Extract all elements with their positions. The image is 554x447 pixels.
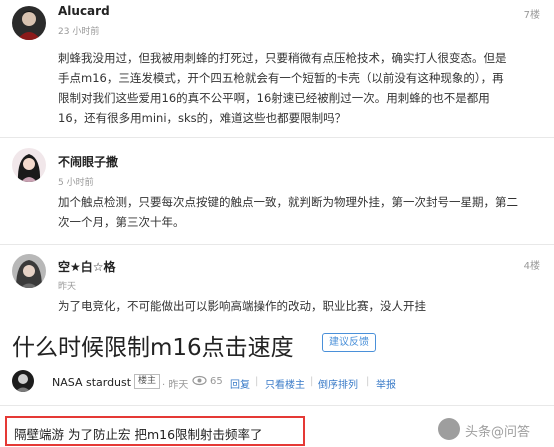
avatar-kongbaige[interactable] xyxy=(12,254,46,288)
comment-body: 为了电竞化，不可能做出可以影响高端操作的改动，职业比赛，没人开挂 xyxy=(58,296,548,316)
comment-line: 刺蜂我没用过，但我被用刺蜂的打死过，只要稍微有点压枪技术，确实打人很变态。但是 xyxy=(58,51,507,65)
report-link[interactable]: 举报 xyxy=(376,376,396,391)
reverse-order-link[interactable]: 倒序排列 xyxy=(318,376,358,391)
floor-number: 4楼 xyxy=(523,261,540,272)
answer-meta-row: NASA stardust 楼主 · 昨天 65 回复 | 只看楼主 | 倒序排… xyxy=(0,367,554,397)
avatar-alucard[interactable] xyxy=(12,6,46,40)
avatar-image xyxy=(12,370,34,392)
avatar-buna[interactable] xyxy=(12,148,46,182)
comment-body: 刺蜂我没用过，但我被用刺蜂的打死过，只要稍微有点压枪技术，确实打人很变态。但是 … xyxy=(58,48,548,128)
comment-line: 限制对我们这些爱用16的真不公平啊，16射速已经被削过一次。用刺蜂的也不是都用 xyxy=(58,91,490,105)
comment-body: 加个触点检测，只要每次点按键的触点一致，就判断为物理外挂，第一次封号一星期，第二… xyxy=(58,192,548,232)
separator: | xyxy=(255,376,259,387)
reply-link[interactable]: 回复 xyxy=(230,376,250,391)
comment-line: 次一个月，第三次十年。 xyxy=(58,215,185,229)
comment-author[interactable]: 不闹眼子撒 xyxy=(58,153,118,170)
separator: | xyxy=(310,376,314,387)
comment-time: 23 小时前 xyxy=(58,27,100,37)
toutiao-logo-icon xyxy=(438,418,460,440)
comment-line: 加个触点检测，只要每次点按键的触点一致，就判断为物理外挂，第一次封号一星期，第二 xyxy=(58,195,518,209)
comment-line: 手点m16，三连发模式，开个四五枪就会有一个短暂的卡壳（以前没有这种现象的），再 xyxy=(58,71,504,85)
answer-text: 隔壁端游 为了防止宏 把m16限制射击频率了 xyxy=(14,427,263,442)
avatar-image xyxy=(12,6,46,40)
comment-time: 5 小时前 xyxy=(58,178,94,188)
comment-line: 为了电竞化，不可能做出可以影响高端操作的改动，职业比赛，没人开挂 xyxy=(58,299,426,313)
floor-number: 7楼 xyxy=(523,10,540,21)
divider xyxy=(0,244,554,245)
view-count: 65 xyxy=(210,376,223,387)
only-op-link[interactable]: 只看楼主 xyxy=(265,376,305,391)
comment-time: 昨天 xyxy=(58,282,77,292)
answer-author[interactable]: NASA stardust xyxy=(52,376,131,389)
comment-author[interactable]: 空★白☆格 xyxy=(58,258,116,275)
comment-author[interactable]: Alucard xyxy=(58,4,110,18)
op-badge: 楼主 xyxy=(134,374,161,389)
comment-line: 16，还有很多用mini，sks的，难道这些也都要限制吗？ xyxy=(58,111,347,125)
divider xyxy=(0,405,554,406)
divider xyxy=(0,137,554,138)
views-icon xyxy=(192,374,207,390)
answer-time: · 昨天 xyxy=(162,380,189,391)
feedback-button[interactable]: 建议反馈 xyxy=(322,333,376,352)
watermark-text: 头条@问答 xyxy=(465,425,531,440)
separator: | xyxy=(366,376,370,387)
avatar-image xyxy=(12,254,46,288)
avatar-image xyxy=(12,148,46,182)
question-title: 什么时候限制m16点击速度 xyxy=(12,335,294,361)
avatar-nasa[interactable] xyxy=(12,370,34,392)
